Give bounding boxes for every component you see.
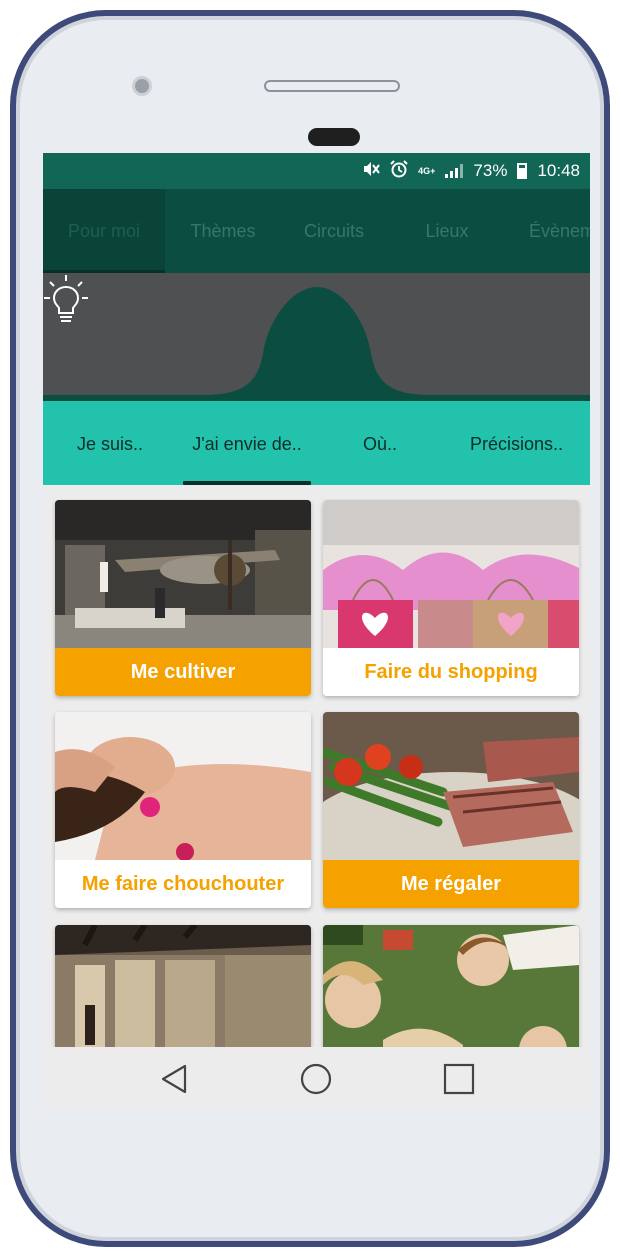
alarm-icon [390, 159, 408, 183]
front-camera [132, 76, 152, 96]
mute-icon [362, 161, 380, 182]
exhibition-hall-photo [55, 925, 311, 1047]
home-icon[interactable] [299, 1062, 333, 1096]
card-exhibition[interactable] [55, 925, 311, 1047]
tab-ou[interactable]: Où.. [317, 401, 443, 485]
tab-pour-moi[interactable]: Pour moi [43, 189, 165, 273]
card-label: Me faire chouchouter [55, 860, 311, 908]
tab-precisions[interactable]: Précisions.. [443, 401, 590, 485]
spa-massage-photo [55, 712, 311, 860]
card-me-faire-chouchouter[interactable]: Me faire chouchouter [55, 712, 311, 908]
tab-evenements[interactable]: Évènem [507, 189, 590, 273]
top-tab-bar: Pour moi Thèmes Circuits Lieux Évènem [43, 189, 590, 273]
tab-jai-envie-de[interactable]: J'ai envie de.. [177, 401, 317, 485]
sub-tab-bar: Je suis.. J'ai envie de.. Où.. Précision… [43, 401, 590, 485]
signal-icon [445, 164, 464, 178]
card-label: Me régaler [323, 860, 579, 908]
card-label: Me cultiver [55, 648, 311, 696]
tab-themes[interactable]: Thèmes [165, 189, 281, 273]
app-screen: 4G+ 73% 10:48 Pour moi Thèmes Circuits L… [43, 153, 590, 1110]
status-bar: 4G+ 73% 10:48 [43, 153, 590, 189]
system-nav-bar [43, 1047, 590, 1110]
clock-time: 10:48 [537, 161, 580, 180]
battery-percent: 73% [473, 161, 508, 180]
children-lying-grass-photo [323, 925, 579, 1047]
network-type-label: 4G+ [418, 165, 436, 176]
hero-bump-shape [43, 287, 590, 401]
recents-icon[interactable] [443, 1063, 475, 1095]
battery-icon [517, 163, 528, 179]
steak-asparagus-photo [323, 712, 579, 860]
card-children[interactable] [323, 925, 579, 1047]
tab-je-suis[interactable]: Je suis.. [43, 401, 177, 485]
card-label: Faire du shopping [323, 648, 579, 696]
lightbulb-icon [44, 275, 88, 322]
card-me-cultiver[interactable]: Me cultiver [55, 500, 311, 696]
tab-lieux[interactable]: Lieux [387, 189, 507, 273]
back-icon[interactable] [159, 1063, 189, 1095]
museum-airplane-photo [55, 500, 311, 648]
hero-banner [43, 273, 590, 401]
activity-grid: Me cultiver Faire du shopping Me faire c… [43, 485, 590, 1047]
tab-circuits[interactable]: Circuits [281, 189, 387, 273]
earpiece-speaker [264, 80, 400, 92]
card-me-regaler[interactable]: Me régaler [323, 712, 579, 908]
card-faire-du-shopping[interactable]: Faire du shopping [323, 500, 579, 696]
proximity-sensor [308, 128, 360, 146]
shopping-bags-photo [323, 500, 579, 648]
